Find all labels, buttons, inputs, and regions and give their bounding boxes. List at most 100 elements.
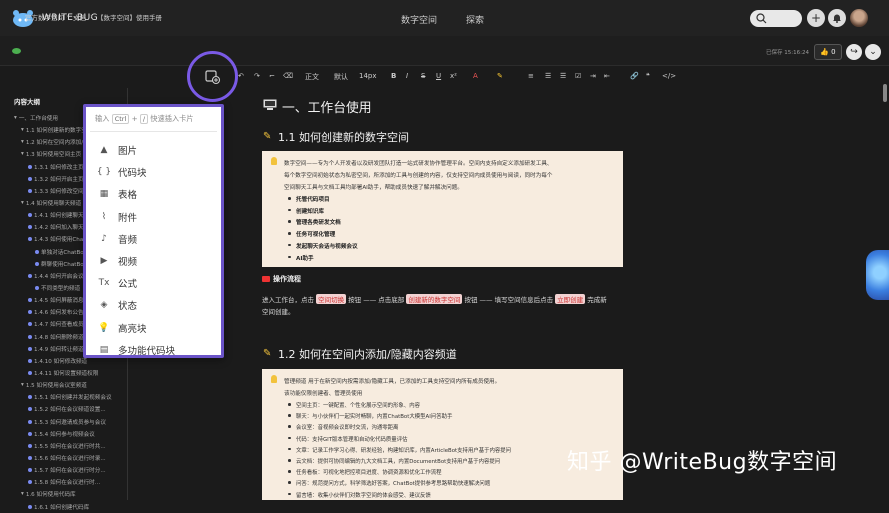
- avatar[interactable]: [850, 9, 868, 27]
- bullet-dot-icon: [28, 237, 32, 242]
- outline-item[interactable]: 1.6.1 如何创建代码库: [0, 501, 128, 513]
- bullet-dot-icon: [35, 261, 39, 266]
- outline-item-label: 1.5.1 如何创建并发起视频会议: [34, 395, 112, 402]
- like-button[interactable]: 👍 0: [814, 44, 842, 60]
- bullet-dot-icon: [28, 310, 32, 315]
- breadcrumb-current-doc[interactable]: 【数字空间】使用手册: [97, 12, 162, 22]
- breadcrumb-space[interactable]: 官方数字空间: [25, 12, 64, 22]
- caret-icon[interactable]: ▾: [21, 151, 24, 157]
- bullet-dot-icon: [28, 176, 32, 181]
- insert-item-attachment[interactable]: ⌇ 附件: [94, 208, 214, 226]
- outline-item-label: 1.5.6 如何在会议进行时录...: [34, 456, 106, 462]
- outline-item-label: 1.5.2 如何在会议频道设置...: [34, 407, 106, 414]
- outline-item-label: 1.6.1 如何创建代码库: [34, 504, 90, 511]
- strikethrough-button[interactable]: S: [421, 72, 425, 80]
- caret-icon[interactable]: ▾: [21, 491, 24, 497]
- insert-item-highlight[interactable]: 💡 高亮块: [94, 319, 214, 337]
- bullet-list-icon[interactable]: ☰: [560, 72, 566, 80]
- outline-item-label: 1.5.7 如何在会议进行时分...: [34, 468, 106, 475]
- insert-item-code-block[interactable]: { } 代码块: [94, 163, 214, 181]
- insert-item-multi-code[interactable]: ▤ 多功能代码块: [94, 341, 214, 359]
- text-style-select[interactable]: 正文: [305, 72, 319, 82]
- outline-item[interactable]: ▾ 1.5 如何使用会议室频道: [0, 379, 128, 391]
- search-input[interactable]: [750, 10, 802, 27]
- bullet-dot-icon: [288, 403, 291, 406]
- align-left-icon[interactable]: ≡: [528, 72, 534, 80]
- insert-item-video[interactable]: ▶ 视频: [94, 252, 214, 270]
- bold-button[interactable]: B: [391, 72, 396, 80]
- bullet-text: 发起聊天会话与视频会议: [296, 243, 358, 250]
- caret-icon[interactable]: ▾: [21, 139, 24, 145]
- clear-format-icon[interactable]: ⌫: [283, 72, 293, 80]
- bullet-text: 文章：记录工作学习心得、研发经验，构建知识库，内置ArticleBot支持用户基…: [296, 447, 512, 454]
- operation-title: 操作流程: [273, 275, 301, 283]
- hint-text: 输入: [95, 114, 110, 123]
- hint-key-slash: /: [139, 114, 149, 124]
- code-inline-icon[interactable]: </>: [662, 72, 676, 80]
- link-icon[interactable]: 🔗: [630, 72, 639, 80]
- insert-item-audio[interactable]: ♪ 音频: [94, 230, 214, 248]
- outline-item[interactable]: 1.5.5 如何在会议进行时共...: [0, 440, 128, 452]
- undo-icon[interactable]: ↶: [238, 72, 244, 80]
- insert-item-image[interactable]: ▲ 图片: [94, 141, 214, 159]
- highlight-color-icon[interactable]: ✎: [497, 72, 503, 80]
- outline-item[interactable]: 1.5.7 如何在会议进行时分...: [0, 464, 128, 476]
- ordered-list-icon[interactable]: ☰: [545, 72, 551, 80]
- thumb-up-icon: 👍: [820, 48, 830, 56]
- format-painter-icon[interactable]: ⌐: [269, 72, 275, 80]
- collapse-button[interactable]: ⌄: [865, 44, 881, 60]
- callout-text: 管理频道 用于在新空间内按需添加/隐藏工具，已添加的工具支持空间内所有成员使用。: [284, 379, 501, 385]
- italic-button[interactable]: I: [406, 72, 408, 80]
- font-size-select[interactable]: 14px: [359, 72, 377, 80]
- insert-item-table[interactable]: ▦ 表格: [94, 185, 214, 203]
- bullet-text: 问答：规范提问方式，科学筛选好答案，ChatBot提供参考思路帮助快速解决问题: [296, 481, 491, 488]
- outline-item[interactable]: 1.5.1 如何创建并发起视频会议: [0, 391, 128, 403]
- caret-icon[interactable]: ▾: [21, 200, 24, 206]
- outline-item[interactable]: 1.5.4 如何参与视频会议: [0, 428, 128, 440]
- underline-button[interactable]: U: [436, 72, 441, 80]
- nav-explore[interactable]: 探索: [466, 13, 484, 26]
- font-color-icon[interactable]: A: [473, 72, 478, 80]
- bullet-text: 空间主页：一键配置、个性化展示空间的形象、内容: [296, 403, 420, 409]
- superscript-icon[interactable]: x²: [450, 72, 457, 80]
- outline-item-label: 1.4.9 如何转让频道: [34, 346, 84, 353]
- bullet-text: 聊天：与小伙伴们一起实时畅聊，内置ChatBot大模型AI问答助手: [296, 414, 453, 421]
- font-select[interactable]: 默认: [334, 72, 348, 82]
- bullet-dot-icon: [28, 431, 32, 436]
- nav-digital-space[interactable]: 数字空间: [401, 13, 437, 26]
- caret-icon[interactable]: ▾: [21, 127, 24, 133]
- insert-card-icon[interactable]: [205, 69, 221, 85]
- bullet-text: 任务可视化管理: [296, 232, 336, 239]
- outline-item-label: 1.4.8 如何删除频道: [34, 334, 84, 341]
- outline-item[interactable]: 1.5.6 如何在会议进行时录...: [0, 452, 128, 464]
- insert-card-popup: 输入 Ctrl + / 快速插入卡片 ▲ 图片 { } 代码块 ▦ 表格 ⌇ 附件 ♪ 音频 ▶ 视频…: [83, 104, 224, 358]
- bullet-text: 任务看板：可视化地把控项目进度、协调资源和优化工作流程: [296, 470, 442, 477]
- chevron-right-icon: ›: [90, 12, 93, 20]
- bullet-dot-icon: [28, 334, 32, 339]
- quote-icon[interactable]: ❝: [646, 72, 650, 80]
- caret-icon[interactable]: ▾: [14, 115, 17, 121]
- insert-item-formula[interactable]: Tx 公式: [94, 274, 214, 292]
- outline-item[interactable]: 1.5.2 如何在会议频道设置...: [0, 403, 128, 415]
- notification-button[interactable]: [828, 9, 846, 27]
- create-now-tag: 立即创建: [555, 294, 586, 304]
- breadcrumb-docs[interactable]: 文档: [73, 12, 86, 22]
- section-heading-1-2: 1.2 如何在空间内添加/隐藏内容频道: [278, 348, 457, 361]
- outdent-icon[interactable]: ⇤: [604, 72, 610, 80]
- redo-icon[interactable]: ↷: [254, 72, 260, 80]
- caret-icon[interactable]: ▾: [21, 382, 24, 388]
- task-list-icon[interactable]: ☑: [575, 72, 581, 80]
- outline-item[interactable]: 1.5.3 如何邀请成员参与会议: [0, 416, 128, 428]
- mascot-icon[interactable]: [866, 250, 889, 300]
- outline-item[interactable]: ▾ 1.6 如何使用代码库: [0, 488, 128, 500]
- bullet-dot-icon: [28, 504, 32, 509]
- insert-item-label: 多功能代码块: [118, 345, 176, 357]
- add-button[interactable]: +: [807, 9, 825, 27]
- share-button[interactable]: ↪: [846, 44, 862, 60]
- scrollbar-thumb[interactable]: [883, 84, 887, 102]
- outline-item[interactable]: 1.4.11 如何设置频道权限: [0, 367, 128, 379]
- insert-item-label: 音频: [118, 234, 138, 246]
- insert-item-status[interactable]: ◈ 状态: [94, 296, 214, 314]
- indent-icon[interactable]: ⇥: [590, 72, 596, 80]
- outline-item[interactable]: 1.5.8 如何在会议进行时...: [0, 476, 128, 488]
